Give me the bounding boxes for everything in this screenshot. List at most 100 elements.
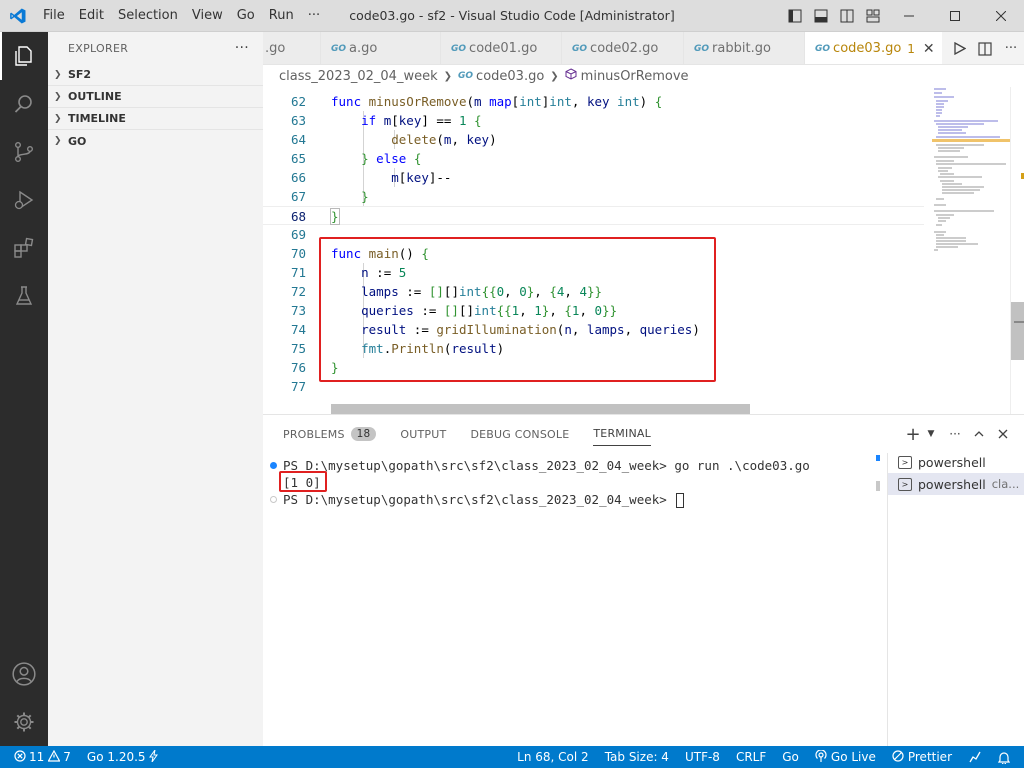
tab-a-go[interactable]: GO a.go [321,32,441,64]
menu-selection[interactable]: Selection [111,0,185,32]
run-file-icon[interactable] [946,32,972,64]
menu-run[interactable]: Run [262,0,301,32]
tab-code03-go[interactable]: GO code03.go 1 ✕ [805,32,948,64]
accounts-icon[interactable] [0,650,48,698]
line-number: 62 [290,94,306,109]
terminal-item-selected[interactable]: > powershell cla... [888,473,1024,495]
explorer-icon[interactable] [0,32,48,80]
line-number: 73 [290,303,306,318]
close-panel-icon[interactable] [992,423,1014,445]
testing-icon[interactable] [0,272,48,320]
minimize-icon[interactable] [886,0,932,32]
menu-view[interactable]: View [185,0,230,32]
section-go[interactable]: ❯ GO [48,130,263,152]
minimap[interactable] [924,87,1010,414]
tab-partial-go[interactable]: .go [263,32,321,64]
tab-terminal[interactable]: TERMINAL [593,422,651,446]
terminal-item[interactable]: > powershell [888,451,1024,473]
powershell-icon: > [898,455,912,469]
go-version-status[interactable]: Go 1.20.5 [79,746,166,768]
line-number: 67 [290,189,306,204]
close-window-icon[interactable] [978,0,1024,32]
tab-label: rabbit.go [712,41,771,56]
breadcrumb-symbol[interactable]: minusOrRemove [581,69,689,84]
accessibility-icon[interactable] [960,746,990,768]
split-editor-icon[interactable] [972,32,998,64]
breadcrumb: class_2023_02_04_week ❯ GO code03.go ❯ m… [263,65,1024,87]
problems-badge: 18 [350,427,377,441]
tab-size[interactable]: Tab Size: 4 [597,746,677,768]
tab-problems[interactable]: PROBLEMS 18 [283,415,377,453]
terminal-output[interactable]: PS D:\mysetup\gopath\src\sf2\class_2023_… [263,453,887,747]
more-actions-icon[interactable]: ··· [998,32,1024,64]
title-bar: File Edit Selection View Go Run ··· code… [0,0,1024,32]
line-number: 72 [290,284,306,299]
status-bar: 11 7 Go 1.20.5 Ln 68, Col 2 Tab Size: 4 … [0,746,1024,768]
chevron-right-icon: ❯ [54,113,62,124]
toggle-panel-icon[interactable] [808,0,834,32]
menu-go[interactable]: Go [230,0,262,32]
breadcrumb-file[interactable]: code03.go [476,69,544,84]
line-number: 69 [290,227,306,242]
terminal-scrollbar[interactable] [875,453,881,747]
explorer-more-button[interactable]: ··· [235,40,249,56]
cursor-position[interactable]: Ln 68, Col 2 [509,746,597,768]
toggle-secondary-sidebar-icon[interactable] [834,0,860,32]
code-editor[interactable]: 62 func minusOrRemove(m map[int]int, key … [263,87,924,414]
notifications-bell-icon[interactable] [990,746,1024,768]
tab-label: code02.go [590,41,659,56]
maximize-panel-icon[interactable] [968,423,990,445]
tab-output[interactable]: OUTPUT [400,415,446,453]
extensions-icon[interactable] [0,224,48,272]
go-live-button[interactable]: Go Live [807,746,884,768]
end-of-line[interactable]: CRLF [728,746,774,768]
prettier-button[interactable]: Prettier [884,746,960,768]
go-file-icon: GO [458,71,474,81]
line-number: 68 [290,209,306,224]
maximize-icon[interactable] [932,0,978,32]
code-line: 64 delete(m, key) [263,130,924,149]
lightning-icon [148,749,158,765]
line-number: 65 [290,151,306,166]
go-version: Go 1.20.5 [86,750,146,764]
search-icon[interactable] [0,80,48,128]
line-number: 70 [290,246,306,261]
horizontal-scrollbar[interactable] [331,404,750,414]
problems-status[interactable]: 11 7 [0,746,79,768]
bottom-panel: PROBLEMS 18 OUTPUT DEBUG CONSOLE TERMINAL… [263,414,1024,747]
more-actions-icon[interactable]: ··· [944,423,966,445]
customize-layout-icon[interactable] [860,0,886,32]
menu-bar: File Edit Selection View Go Run ··· [36,0,327,32]
tab-debug-console[interactable]: DEBUG CONSOLE [470,415,569,453]
code-line: 67 } [263,187,924,206]
breadcrumb-folder[interactable]: class_2023_02_04_week [279,69,438,84]
tab-rabbit-go[interactable]: GO rabbit.go [684,32,805,64]
source-control-icon[interactable] [0,128,48,176]
close-tab-icon[interactable]: ✕ [923,41,935,57]
run-debug-icon[interactable] [0,176,48,224]
menu-edit[interactable]: Edit [72,0,111,32]
line-number: 76 [290,360,306,375]
chevron-right-icon: ❯ [54,91,62,102]
encoding[interactable]: UTF-8 [677,746,728,768]
cube-icon [565,68,577,84]
code-line: 63 if m[key] == 1 { [263,111,924,130]
tab-code01-go[interactable]: GO code01.go [441,32,562,64]
chevron-down-icon[interactable]: ▼ [920,423,942,445]
section-sf2[interactable]: ❯ SF2 [48,64,263,86]
go-file-icon: GO [815,43,831,54]
tab-code02-go[interactable]: GO code02.go [562,32,684,64]
terminal-name: powershell [918,454,986,470]
vertical-scrollbar[interactable] [1010,87,1024,414]
terminal-name: powershell [918,476,986,492]
menu-file[interactable]: File [36,0,72,32]
section-outline[interactable]: ❯ OUTLINE [48,86,263,108]
warning-icon [47,749,61,765]
section-timeline[interactable]: ❯ TIMELINE [48,108,263,130]
toggle-sidebar-icon[interactable] [782,0,808,32]
terminal-cursor [676,493,685,508]
manage-gear-icon[interactable] [0,698,48,746]
line-number: 63 [290,113,306,128]
menu-more[interactable]: ··· [301,0,327,32]
language-mode[interactable]: Go [774,746,807,768]
